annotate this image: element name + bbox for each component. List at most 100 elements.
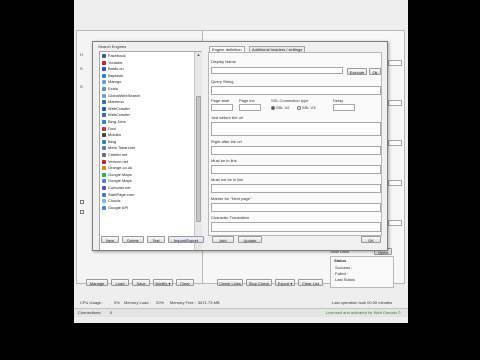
update-button[interactable]: Update xyxy=(238,236,262,243)
char-translation-input[interactable] xyxy=(211,222,381,232)
import-export-button[interactable]: Import/Export xyxy=(168,236,204,243)
list-item[interactable]: Google API xyxy=(102,205,128,211)
engine-favicon-icon xyxy=(102,199,106,204)
ssl-v3-radio-dot xyxy=(297,105,301,110)
engine-favicon-icon xyxy=(102,126,106,131)
engine-label: Orange.co.uk xyxy=(108,165,133,171)
right-after-input[interactable] xyxy=(211,146,381,155)
engine-label: Exalo xyxy=(108,86,119,91)
list-item[interactable]: Mamgo xyxy=(102,79,121,85)
list-item[interactable]: Exalo xyxy=(102,86,118,92)
cpu-usage-label: CPU Usage : xyxy=(80,300,104,305)
list-item[interactable]: StartPage.com xyxy=(102,192,134,198)
list-item[interactable]: Mobibo xyxy=(102,132,121,138)
delay-input[interactable] xyxy=(333,104,355,111)
left-checkbox[interactable] xyxy=(80,200,84,204)
engine-label: WebCrawler xyxy=(108,105,130,111)
engine-label: Marmmo xyxy=(108,99,124,105)
export-dropdown-button[interactable]: Export ▾ xyxy=(275,279,295,286)
scroll-thumb[interactable] xyxy=(196,96,201,222)
right-side-field[interactable] xyxy=(388,220,402,226)
right-side-field[interactable] xyxy=(388,100,402,106)
manage-button[interactable]: Manage xyxy=(86,279,108,286)
ok-small-button[interactable]: Ok xyxy=(369,68,381,75)
just-before-input[interactable] xyxy=(211,122,381,136)
engine-label: StartPage.com xyxy=(108,191,135,197)
engine-favicon-icon xyxy=(102,93,106,98)
engine-favicon-icon xyxy=(102,185,106,190)
test-engine-button[interactable]: Test xyxy=(147,236,165,243)
clear-list-button[interactable]: Clear List xyxy=(298,279,323,286)
list-item[interactable]: GlobalWebSearch xyxy=(102,93,140,99)
list-item[interactable]: Meta Tsearcher xyxy=(102,145,136,151)
list-item[interactable]: Bing.Jobs xyxy=(102,119,126,125)
scroll-up-icon[interactable]: ▲ xyxy=(196,53,201,57)
page-inc-label: Page inc xyxy=(239,98,255,103)
ok-button[interactable]: OK xyxy=(361,236,381,243)
right-side-field[interactable] xyxy=(388,60,402,66)
search-engines-title: Search Engines xyxy=(98,44,127,49)
save-button[interactable]: Save xyxy=(132,279,150,286)
engine-label: Youtube xyxy=(108,59,123,65)
engine-label: Google Maps xyxy=(108,178,132,184)
modify-dropdown-button[interactable]: Modify ▾ xyxy=(153,279,173,286)
list-item[interactable]: Verizon.net xyxy=(102,159,128,165)
left-checkbox[interactable] xyxy=(80,210,84,214)
must-be-in-link-input[interactable] xyxy=(211,165,381,174)
engine-label: Bing.Jobs xyxy=(108,119,126,124)
clear-button[interactable]: Clear xyxy=(176,279,194,286)
load-button[interactable]: Load xyxy=(111,279,129,286)
list-item[interactable]: Chiefer.net xyxy=(102,152,127,158)
list-item[interactable]: Comcast.net xyxy=(102,185,130,191)
engine-favicon-icon xyxy=(102,139,106,144)
status-success: Success : xyxy=(335,265,353,270)
memory-free-label: Memory Free : xyxy=(170,300,197,305)
list-item[interactable]: Bing xyxy=(102,139,116,145)
display-name-label: Display Name xyxy=(211,59,236,64)
engine-favicon-icon xyxy=(102,179,106,184)
must-not-be-in-link-input[interactable] xyxy=(211,184,381,193)
list-item[interactable]: Clouds xyxy=(102,198,120,204)
marker-next-input[interactable] xyxy=(211,203,381,212)
page-inc-input[interactable] xyxy=(239,104,261,111)
page-start-input[interactable] xyxy=(211,104,233,111)
list-item[interactable]: Google Maps xyxy=(102,172,132,178)
list-item[interactable]: Bayseek xyxy=(102,73,123,79)
list-item[interactable]: WebCrawler xyxy=(102,106,130,112)
delete-engine-button[interactable]: Delete xyxy=(122,236,144,243)
stop-check-button[interactable]: Stop Check xyxy=(246,279,272,286)
list-item[interactable]: Orange.co.uk xyxy=(102,165,132,171)
execute-button[interactable]: Execute xyxy=(347,68,367,75)
memory-load-label: Memory Load : xyxy=(124,300,151,305)
check-links-button[interactable]: Check Links xyxy=(217,279,243,286)
right-side-field[interactable] xyxy=(388,180,402,186)
list-item[interactable]: Baidu.cn xyxy=(102,66,124,72)
engine-list-scrollbar[interactable]: ▲ ▼ xyxy=(194,52,202,250)
engine-list[interactable]: Facebook Youtube Baidu.cn Bayseek Mamgo Exalo… xyxy=(99,51,202,250)
engine-favicon-icon xyxy=(102,53,106,58)
connections-value: 0 xyxy=(110,310,113,315)
list-item[interactable]: Youtube xyxy=(102,60,123,66)
list-item[interactable]: Facebook xyxy=(102,53,126,59)
just-before-label: Just before the url xyxy=(211,115,244,120)
ssl-v2-radio[interactable]: SSL V2 xyxy=(271,105,289,110)
last-operation-text: Last operation took 00:00 minutes xyxy=(332,300,393,305)
status-title: Status xyxy=(334,258,347,263)
list-item[interactable]: Doci xyxy=(102,126,116,132)
right-side-field[interactable] xyxy=(388,140,402,146)
license-status-text: Licensed and activated for Web Domain © xyxy=(326,310,401,315)
list-item[interactable]: Marmmo xyxy=(102,99,124,105)
status-box: Status Success : Failed : Last Status xyxy=(330,256,394,288)
display-name-input[interactable] xyxy=(211,67,343,74)
query-string-input[interactable] xyxy=(211,86,381,95)
new-engine-button[interactable]: New xyxy=(101,236,119,243)
engine-definition-panel: Display Name Execute Ok Query String Pag… xyxy=(208,52,382,236)
add-button[interactable]: Add xyxy=(212,236,234,243)
marker-next-label: Marker for "Next page" xyxy=(211,196,252,201)
ssl-v3-radio[interactable]: SSL V3 xyxy=(297,105,315,110)
search-engines-dialog: Search Engines Facebook Youtube Baidu.cn Ba… xyxy=(92,41,388,251)
engine-label: Mobibo xyxy=(108,132,122,138)
left-option-glyph: H xyxy=(80,52,83,57)
list-item[interactable]: WebCrawler xyxy=(102,112,130,118)
list-item[interactable]: Google Maps xyxy=(102,178,132,184)
